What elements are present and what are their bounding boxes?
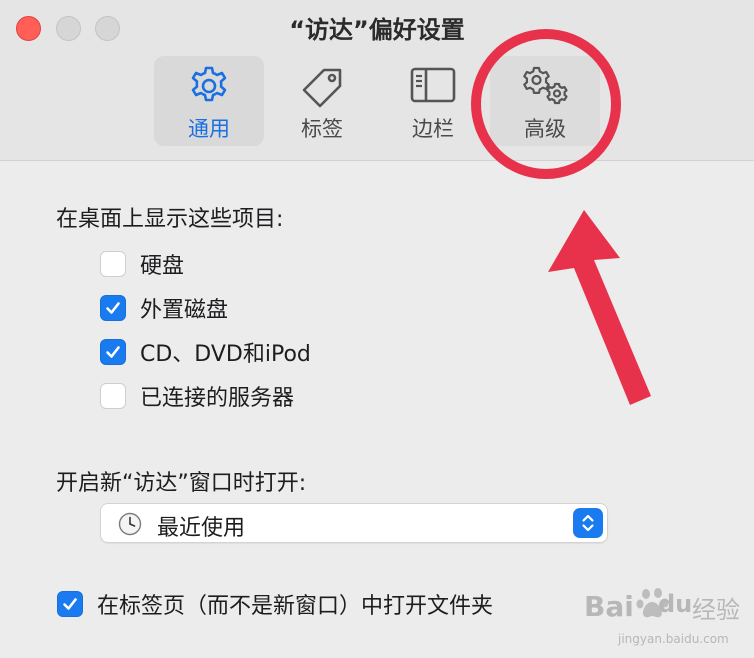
checkbox-row-hard-disks[interactable]: 硬盘 <box>100 248 184 280</box>
checkbox-row-open-in-tabs[interactable]: 在标签页（而不是新窗口）中打开文件夹 <box>57 588 493 620</box>
checkbox-external-disks[interactable] <box>100 295 126 321</box>
watermark-brand: Bai <box>584 590 634 623</box>
tab-general-label: 通用 <box>188 117 230 141</box>
desktop-items-heading: 在桌面上显示这些项目: <box>56 207 284 232</box>
checkbox-label: 硬盘 <box>140 254 185 279</box>
tab-sidebar-label: 边栏 <box>412 117 454 141</box>
checkbox-open-in-tabs[interactable] <box>57 591 83 617</box>
checkbox-label: 已连接的服务器 <box>140 386 295 411</box>
watermark-brand-2: du <box>658 590 693 618</box>
gears-icon <box>490 64 600 110</box>
clock-icon <box>118 512 142 536</box>
checkbox-row-external-disks[interactable]: 外置磁盘 <box>100 292 228 324</box>
new-window-popup[interactable]: 最近使用 <box>100 503 608 543</box>
tab-advanced-label: 高级 <box>524 117 566 141</box>
popup-stepper[interactable] <box>573 508 603 538</box>
finder-preferences-window: “访达”偏好设置 通用 标签 边栏 高级 在桌面上显示这些项目: 硬盘 外置磁盘… <box>0 0 754 658</box>
sidebar-icon <box>378 64 488 110</box>
checkmark-icon <box>106 302 120 314</box>
checkmark-icon <box>63 598 77 610</box>
tab-advanced[interactable]: 高级 <box>490 56 600 146</box>
checkbox-hard-disks[interactable] <box>100 251 126 277</box>
popup-selected-value: 最近使用 <box>157 516 246 541</box>
watermark-service: 经验 <box>692 596 740 624</box>
tag-icon <box>268 64 376 110</box>
tab-tags-label: 标签 <box>301 117 343 141</box>
checkbox-row-cd-dvd-ipod[interactable]: CD、DVD和iPod <box>100 336 311 368</box>
chevron-up-down-icon <box>582 514 594 532</box>
new-window-heading: 开启新“访达”窗口时打开: <box>56 471 307 496</box>
checkbox-label: 外置磁盘 <box>140 298 229 323</box>
pointer-arrow <box>548 210 651 405</box>
checkmark-icon <box>106 346 120 358</box>
checkbox-row-connected-servers[interactable]: 已连接的服务器 <box>100 380 294 412</box>
watermark-site: jingyan.baidu.com <box>618 632 729 646</box>
baidu-watermark: Bai du 经验 jingyan.baidu.com <box>578 576 748 654</box>
checkbox-connected-servers[interactable] <box>100 383 126 409</box>
window-title: “访达”偏好设置 <box>289 16 465 44</box>
checkbox-label: CD、DVD和iPod <box>140 342 311 367</box>
tab-tags[interactable]: 标签 <box>268 56 376 146</box>
checkbox-label: 在标签页（而不是新窗口）中打开文件夹 <box>97 594 494 619</box>
checkbox-cd-dvd-ipod[interactable] <box>100 339 126 365</box>
title-bar: “访达”偏好设置 通用 标签 边栏 高级 <box>0 0 754 161</box>
gear-icon <box>154 64 264 110</box>
tab-sidebar[interactable]: 边栏 <box>378 56 488 146</box>
tab-general[interactable]: 通用 <box>154 56 264 146</box>
